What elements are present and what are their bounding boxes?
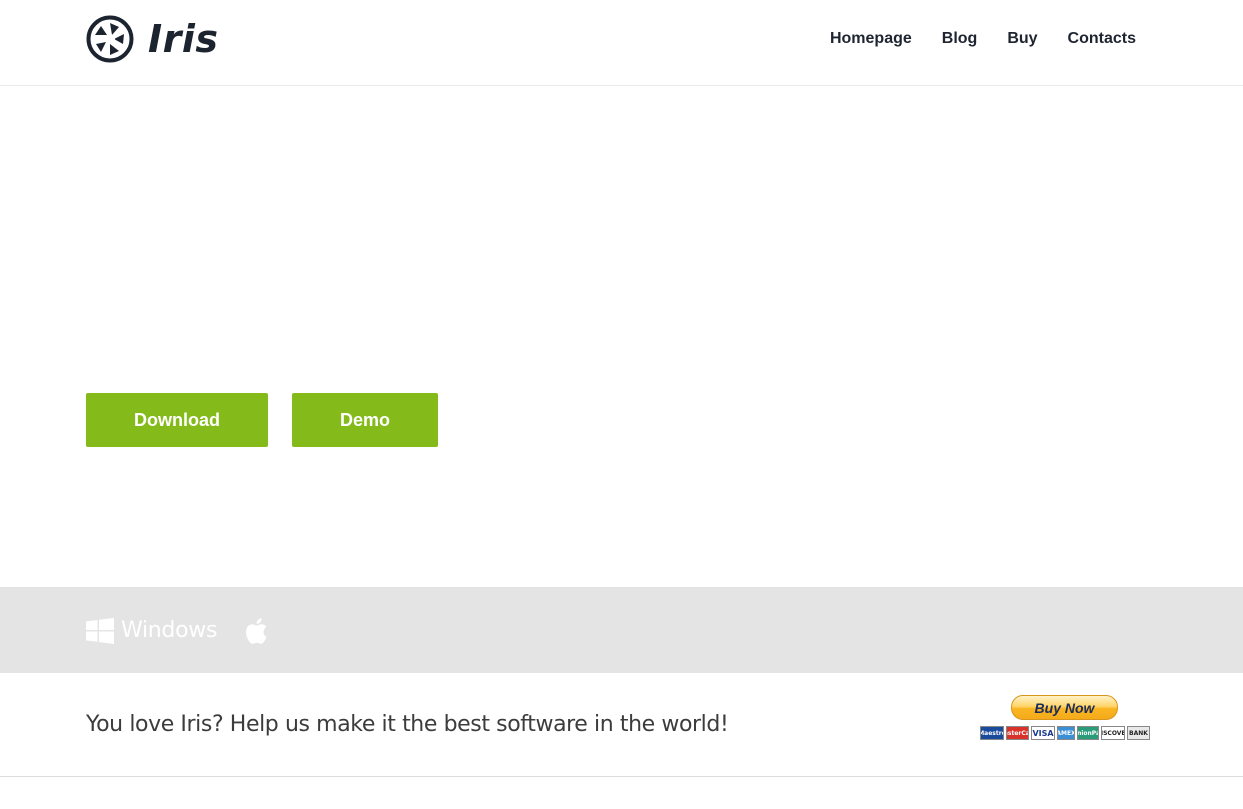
mastercard-card-icon: MasterCard [1006, 726, 1029, 740]
aperture-icon [86, 15, 134, 63]
unionpay-card-icon: UnionPay [1077, 726, 1099, 740]
bank-card-icon: BANK [1127, 726, 1150, 740]
footer-divider [0, 776, 1243, 777]
main-nav: Homepage Blog Buy Contacts [800, 29, 1136, 49]
amex-card-icon: AMEX [1057, 726, 1075, 740]
maestro-card-icon: Maestro [980, 726, 1004, 740]
brand-name: Iris [148, 17, 219, 61]
apple-icon[interactable] [243, 616, 268, 646]
support-message: You love Iris? Help us make it the best … [86, 712, 729, 737]
visa-card-icon: VISA [1031, 726, 1055, 740]
site-header: Iris Homepage Blog Buy Contacts [0, 0, 1243, 86]
nav-buy[interactable]: Buy [1007, 29, 1037, 49]
windows-label[interactable]: Windows [121, 617, 217, 645]
nav-homepage[interactable]: Homepage [830, 29, 912, 49]
payment-cards: Maestro MasterCard VISA AMEX UnionPay DI… [980, 726, 1150, 740]
demo-button[interactable]: Demo [292, 393, 438, 447]
nav-blog[interactable]: Blog [942, 29, 978, 49]
nav-contacts[interactable]: Contacts [1068, 29, 1136, 49]
download-button[interactable]: Download [86, 393, 268, 447]
paypal-buy-now-button[interactable]: Buy Now [1011, 695, 1118, 720]
brand-logo[interactable]: Iris [86, 15, 219, 63]
windows-icon[interactable] [86, 618, 114, 644]
discover-card-icon: DISCOVER [1101, 726, 1125, 740]
